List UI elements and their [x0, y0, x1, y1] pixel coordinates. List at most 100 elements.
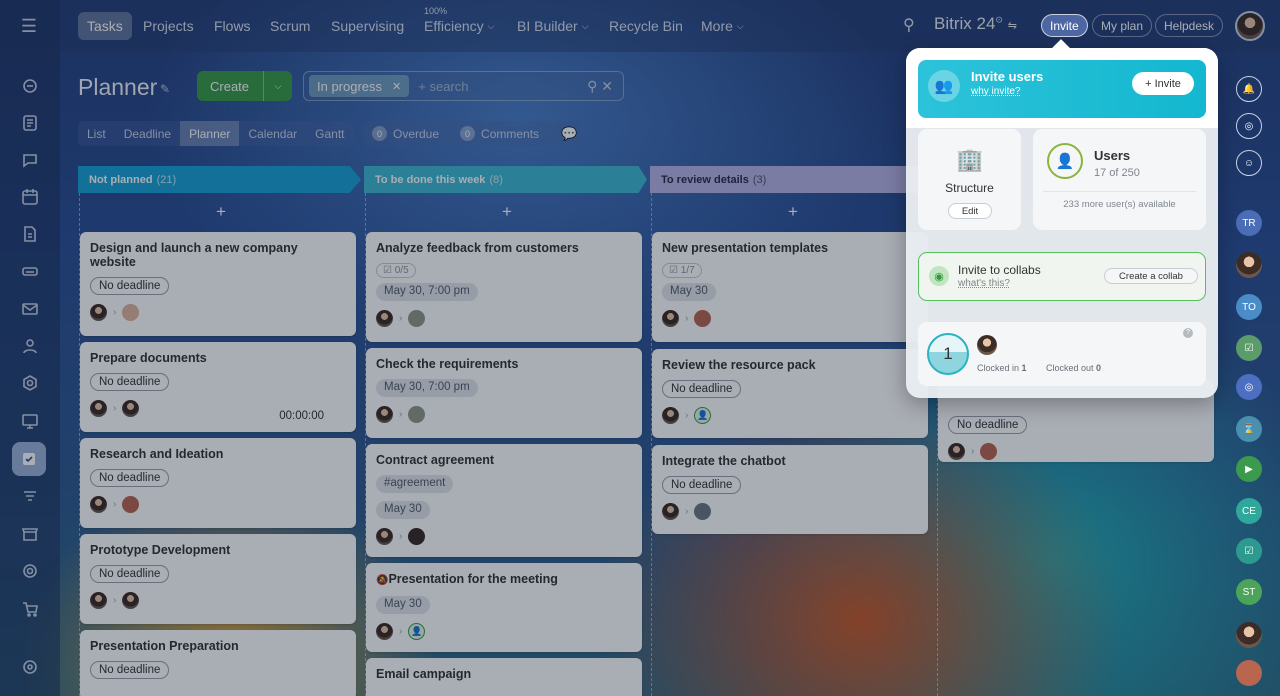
- search-clear-icons[interactable]: ⚲ ✕: [587, 78, 613, 95]
- column-header-review[interactable]: To review details (3): [650, 166, 920, 193]
- structure-card[interactable]: 🏢 Structure Edit: [918, 129, 1021, 230]
- chat-icon[interactable]: [17, 147, 43, 173]
- menu-icon[interactable]: ☰: [18, 17, 40, 35]
- settings-icon[interactable]: [17, 654, 43, 680]
- task-title[interactable]: Analyze feedback from customers: [376, 241, 632, 255]
- nav-recycle-bin[interactable]: Recycle Bin: [609, 12, 683, 40]
- deadline-badge[interactable]: May 30, 7:00 pm: [376, 283, 478, 301]
- deadline-badge[interactable]: No deadline: [90, 373, 170, 391]
- responsible-avatar[interactable]: [122, 495, 140, 513]
- creator-avatar[interactable]: [376, 405, 393, 423]
- search-icon[interactable]: ⚲: [903, 15, 915, 35]
- search-input[interactable]: + search: [418, 79, 468, 94]
- clocked-user-avatar[interactable]: [977, 335, 997, 355]
- task-title[interactable]: Prototype Development: [90, 543, 346, 557]
- task-title[interactable]: Design and launch a new company website: [90, 241, 346, 269]
- mail-icon[interactable]: [17, 296, 43, 322]
- whats-this-link[interactable]: what's this?: [958, 278, 1010, 289]
- responsible-avatar[interactable]: [408, 405, 426, 423]
- checkbox-icon[interactable]: ☑: [1236, 538, 1262, 564]
- deadline-badge[interactable]: No deadline: [662, 380, 742, 398]
- deadline-badge[interactable]: No deadline: [90, 661, 170, 679]
- responsible-avatar[interactable]: [694, 309, 712, 327]
- creator-avatar[interactable]: [90, 399, 107, 417]
- hexagon-icon[interactable]: [17, 370, 43, 396]
- responsible-avatar[interactable]: [980, 442, 998, 460]
- tasks-list-icon[interactable]: [17, 110, 43, 136]
- contact-avatar[interactable]: [1236, 252, 1262, 278]
- comments-counter[interactable]: 0 Comments: [460, 126, 539, 141]
- deadline-badge[interactable]: No deadline: [90, 469, 170, 487]
- nav-efficiency[interactable]: 100% Efficiency ⌵: [424, 6, 495, 40]
- edit-structure-button[interactable]: Edit: [948, 203, 992, 219]
- users-card[interactable]: 👤 Users 17 of 250 233 more user(s) avail…: [1033, 129, 1206, 230]
- nav-scrum[interactable]: Scrum: [270, 12, 310, 40]
- contact-avatar[interactable]: [1236, 660, 1262, 686]
- task-title[interactable]: Presentation Preparation: [90, 639, 346, 653]
- creator-avatar[interactable]: [376, 527, 393, 545]
- task-title[interactable]: Integrate the chatbot: [662, 454, 918, 468]
- calendar-icon[interactable]: [17, 184, 43, 210]
- deadline-badge[interactable]: No deadline: [90, 277, 170, 295]
- time-tracker[interactable]: 00:00:00: [279, 410, 324, 422]
- helpdesk-button[interactable]: Helpdesk: [1155, 14, 1224, 37]
- creator-avatar[interactable]: [376, 309, 393, 327]
- deadline-badge[interactable]: May 30: [376, 501, 430, 519]
- add-task-button[interactable]: +: [83, 201, 359, 223]
- column-header-not-planned[interactable]: Not planned (21): [78, 166, 361, 193]
- checkbox-icon[interactable]: ☑: [1236, 335, 1262, 361]
- task-card[interactable]: New presentation templates ☑ 1/7 May 30 …: [652, 232, 928, 342]
- store-icon[interactable]: [17, 521, 43, 547]
- add-task-button[interactable]: +: [369, 201, 645, 223]
- copilot-icon[interactable]: ◎: [1236, 113, 1262, 139]
- overdue-counter[interactable]: 0 Overdue: [372, 126, 439, 141]
- filter-search[interactable]: In progress ✕ + search ⚲ ✕: [303, 71, 624, 101]
- responsible-avatar[interactable]: [122, 303, 140, 321]
- responsible-avatar[interactable]: [122, 399, 140, 417]
- contact-initials[interactable]: TO: [1236, 294, 1262, 320]
- contact-initials[interactable]: TR: [1236, 210, 1262, 236]
- contact-initials[interactable]: ST: [1236, 579, 1262, 605]
- tab-list[interactable]: List: [78, 121, 115, 146]
- spiral-icon[interactable]: ◎: [1236, 374, 1262, 400]
- create-button[interactable]: Create ⌵: [197, 71, 292, 101]
- user-icon[interactable]: 👤: [408, 622, 426, 640]
- creator-avatar[interactable]: [948, 442, 965, 460]
- task-card[interactable]: Design and launch a new company website …: [80, 232, 356, 336]
- nav-supervising[interactable]: Supervising: [331, 12, 404, 40]
- read-all-icon[interactable]: 💬: [561, 126, 577, 142]
- help-icon[interactable]: ?: [1183, 328, 1193, 338]
- drive-icon[interactable]: [17, 258, 43, 284]
- target-icon[interactable]: [17, 558, 43, 584]
- task-card[interactable]: Email campaign: [366, 658, 642, 696]
- contacts-icon[interactable]: [17, 333, 43, 359]
- nav-projects[interactable]: Projects: [143, 12, 194, 40]
- deadline-badge[interactable]: No deadline: [948, 416, 1028, 434]
- cart-icon[interactable]: [17, 596, 43, 622]
- deadline-badge[interactable]: May 30, 7:00 pm: [376, 379, 478, 397]
- nav-flows[interactable]: Flows: [214, 12, 251, 40]
- board-icon[interactable]: [17, 408, 43, 434]
- creator-avatar[interactable]: [90, 591, 107, 609]
- invite-button[interactable]: Invite: [1041, 14, 1088, 37]
- creator-avatar[interactable]: [376, 622, 393, 640]
- why-invite-link[interactable]: why invite?: [971, 86, 1020, 97]
- user-avatar[interactable]: [1235, 11, 1265, 41]
- task-title[interactable]: Presentation for the meeting: [388, 572, 557, 586]
- nav-more[interactable]: More ⌵: [701, 12, 744, 40]
- responsible-avatar[interactable]: [122, 591, 140, 609]
- documents-icon[interactable]: [17, 221, 43, 247]
- task-title[interactable]: Review the resource pack: [662, 358, 918, 372]
- hourglass-icon[interactable]: ⌛: [1236, 416, 1262, 442]
- deadline-badge[interactable]: No deadline: [662, 476, 742, 494]
- invite-users-button[interactable]: + Invite: [1132, 72, 1194, 95]
- nav-bi-builder[interactable]: BI Builder ⌵: [517, 12, 589, 40]
- video-icon[interactable]: ▶: [1236, 456, 1262, 482]
- checklist-badge[interactable]: ☑ 1/7: [662, 263, 702, 278]
- task-title[interactable]: Research and Ideation: [90, 447, 346, 461]
- sliders-icon[interactable]: ⇋: [1008, 20, 1017, 32]
- tab-gantt[interactable]: Gantt: [306, 121, 353, 146]
- task-card[interactable]: Check the requirements May 30, 7:00 pm ›: [366, 348, 642, 438]
- task-title[interactable]: New presentation templates: [662, 241, 918, 255]
- collab-card[interactable]: ◉ Invite to collabs what's this? Create …: [918, 252, 1206, 301]
